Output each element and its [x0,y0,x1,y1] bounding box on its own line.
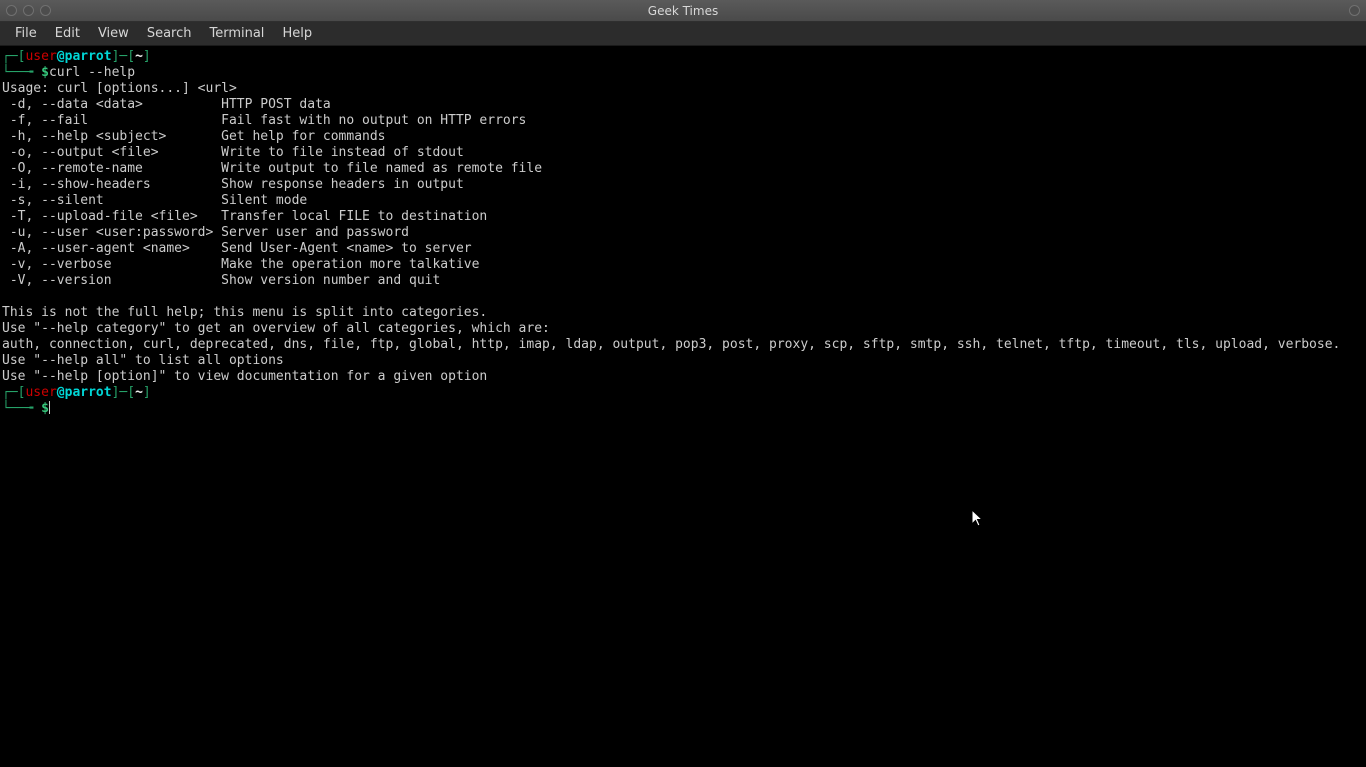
output-blank [2,289,10,304]
ps1-host: parrot [65,49,112,64]
terminal-cursor [49,401,50,414]
ps1b-at: @ [57,385,65,400]
close-window-button[interactable] [6,5,17,16]
mouse-pointer-icon [971,509,985,529]
ps1-line2: └──╼ $curl --help [2,65,135,80]
command-text: curl --help [49,65,135,80]
ps1b-lbracket: ┌─[ [2,385,25,400]
maximize-window-button[interactable] [40,5,51,16]
output-usage: Usage: curl [options...] <url> [2,81,237,96]
minimize-window-button[interactable] [23,5,34,16]
ps1b-dollar: $ [41,401,49,416]
output-footer3: Use "--help all" to list all options [2,353,284,368]
ps1-lbracket: ┌─[ [2,49,25,64]
ps1b-close: ] [143,385,151,400]
titlebar: Geek Times [0,0,1366,22]
output-footer2: Use "--help category" to get an overview… [2,321,550,336]
output-categories: auth, connection, curl, deprecated, dns,… [2,337,1340,352]
ps1-dollar: $ [41,65,49,80]
menu-help[interactable]: Help [273,24,321,43]
terminal-viewport[interactable]: ┌─[user@parrot]─[~] └──╼ $curl --help Us… [0,46,1366,767]
ps1b-line2: └──╼ $ [2,401,50,416]
output-footer4: Use "--help [option]" to view documentat… [2,369,487,384]
ps1-user: user [25,49,56,64]
menu-view[interactable]: View [89,24,138,43]
ps1-close: ] [143,49,151,64]
menubar: File Edit View Search Terminal Help [0,22,1366,46]
ps1b-host: parrot [65,385,112,400]
window-menu-button[interactable] [1349,5,1360,16]
ps1b-path: ~ [135,385,143,400]
ps1b-line1: ┌─[user@parrot]─[~] [2,385,151,400]
menu-terminal[interactable]: Terminal [200,24,273,43]
output-help-table: -d, --data <data> HTTP POST data -f, --f… [2,97,542,288]
menu-search[interactable]: Search [138,24,201,43]
ps1-line1: ┌─[user@parrot]─[~] [2,49,151,64]
window-title: Geek Times [0,4,1366,18]
ps1b-user: user [25,385,56,400]
output-footer1: This is not the full help; this menu is … [2,305,487,320]
ps1b-prefix: └──╼ [2,401,41,416]
menu-edit[interactable]: Edit [46,24,89,43]
window-controls-right [1349,5,1366,16]
ps1-rbracket: ]─[ [112,49,135,64]
ps1-at: @ [57,49,65,64]
ps1b-rbracket: ]─[ [112,385,135,400]
window-controls-left [0,5,51,16]
menu-file[interactable]: File [6,24,46,43]
ps1-path: ~ [135,49,143,64]
ps1-prefix: └──╼ [2,65,41,80]
